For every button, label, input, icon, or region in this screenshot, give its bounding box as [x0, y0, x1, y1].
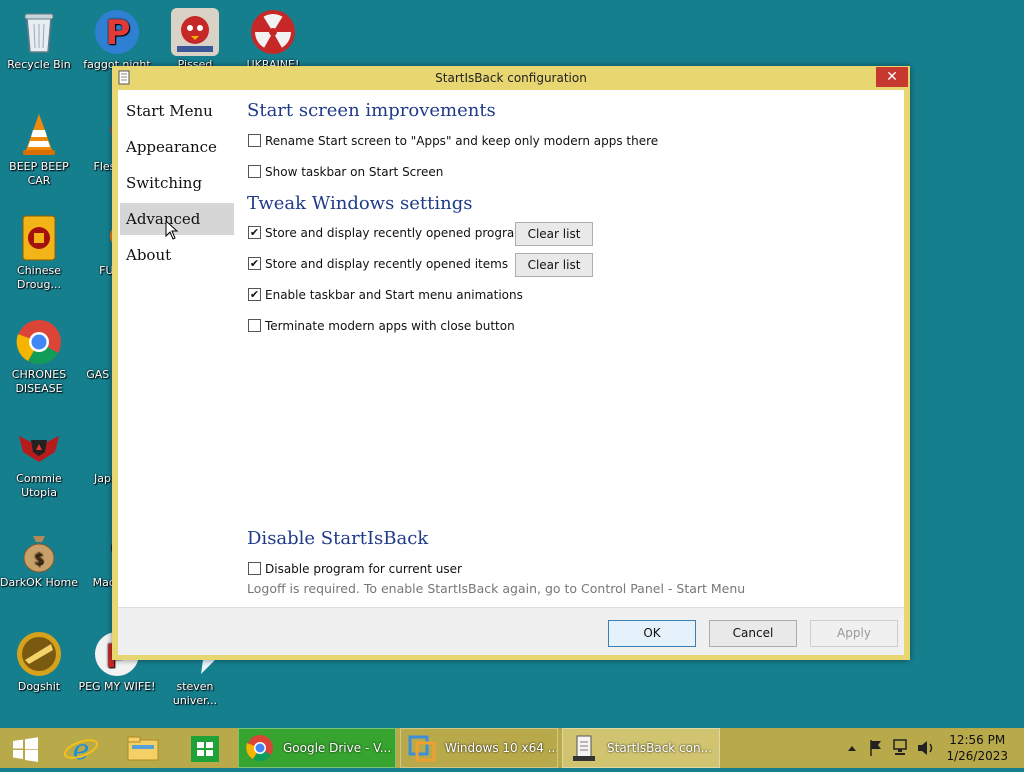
startisback-config-window[interactable]: StartIsBack configuration ✕ Start Menu A…	[112, 66, 910, 660]
radiation-icon	[249, 8, 297, 56]
show-hidden-icons-button[interactable]	[845, 728, 859, 768]
taskbar-app-label: Google Drive - V...	[283, 741, 392, 755]
internet-explorer-icon: e	[63, 733, 99, 766]
option-label: Rename Start screen to "Apps" and keep o…	[265, 134, 659, 148]
close-icon: ✕	[886, 69, 898, 85]
desktop-icon-label: CHRONES DISEASE	[11, 368, 67, 395]
network-icon	[893, 739, 907, 755]
desktop-icon-label: Dogshit	[17, 680, 61, 693]
option-label: Store and display recently opened items	[265, 257, 509, 271]
checkbox-checked[interactable]: ✔	[248, 288, 261, 301]
dialog-footer: OK Cancel Apply	[118, 607, 904, 655]
vlc-cone-icon	[15, 110, 63, 158]
chrome-icon	[245, 734, 275, 762]
option-label: Enable taskbar and Start menu animations	[265, 288, 523, 302]
checkbox-checked[interactable]: ✔	[248, 257, 261, 270]
chrome-icon	[15, 318, 63, 366]
vmware-icon	[407, 734, 437, 762]
desktop-icon-chinese-drougs[interactable]: Chinese Droug...	[0, 214, 78, 292]
taskbar-app-label: StartIsBack con...	[607, 741, 713, 755]
volume-tray-icon[interactable]	[915, 728, 937, 768]
taskbar-app-startisback[interactable]: StartIsBack con...	[562, 728, 720, 768]
desktop-icon-ukraine[interactable]: UKRAINE!	[234, 8, 312, 72]
desktop-icon-faggot-night[interactable]: P faggot night	[78, 8, 156, 72]
desktop-icon-label: PEG MY WIFE!	[78, 680, 156, 693]
checkbox[interactable]	[248, 562, 261, 575]
desktop-icon-recycle-bin[interactable]: Recycle Bin	[0, 8, 78, 72]
desktop-icon-commie-utopia[interactable]: Commie Utopia	[0, 422, 78, 500]
desktop-icon-pissed[interactable]: Pissed	[156, 8, 234, 72]
desktop-icon-label: Chinese Droug...	[17, 264, 61, 291]
desktop-icon-label: steven univer...	[172, 680, 218, 707]
recycle-bin-icon	[15, 8, 63, 56]
money-bag-icon: $	[15, 526, 63, 574]
apply-button[interactable]: Apply	[810, 620, 898, 647]
store-taskbar-button[interactable]	[182, 728, 228, 768]
ok-button[interactable]: OK	[608, 620, 696, 647]
svg-text:P: P	[106, 13, 131, 53]
speaker-icon	[918, 741, 933, 755]
clock-date: 1/26/2023	[946, 749, 1008, 763]
chinese-lantern-icon	[15, 214, 63, 262]
svg-text:e: e	[73, 733, 90, 766]
desktop-icon-label: DarkOK Home	[0, 576, 78, 589]
checkbox[interactable]	[248, 165, 261, 178]
close-button[interactable]: ✕	[876, 67, 908, 87]
checkbox-checked[interactable]: ✔	[248, 226, 261, 239]
network-tray-icon[interactable]	[891, 728, 911, 768]
desktop-icon-darkok-home[interactable]: $ DarkOK Home	[0, 526, 78, 590]
clear-recent-programs-button[interactable]: Clear list	[515, 222, 593, 246]
nav-switching[interactable]: Switching	[120, 167, 234, 199]
window-title: StartIsBack configuration	[435, 71, 587, 85]
title-bar[interactable]: StartIsBack configuration ✕	[112, 66, 910, 90]
checkbox[interactable]	[248, 134, 261, 147]
store-icon	[191, 736, 219, 762]
desktop-icon-chrones-disease[interactable]: CHRONES DISEASE	[0, 318, 78, 396]
clear-recent-items-button[interactable]: Clear list	[515, 253, 593, 277]
p-app-icon: P	[93, 8, 141, 56]
option-label: Show taskbar on Start Screen	[265, 165, 444, 179]
desktop-icon-label: Commie Utopia	[16, 472, 62, 499]
option-label: Disable program for current user	[265, 562, 462, 576]
angry-bird-seasons-icon	[171, 8, 219, 56]
startisback-icon	[569, 734, 599, 762]
nav-start-menu[interactable]: Start Menu	[120, 95, 234, 127]
desktop-icon-label: Recycle Bin	[7, 58, 71, 71]
action-center-tray-icon[interactable]	[866, 728, 886, 768]
desktop-icon-dogshit[interactable]: Dogshit	[0, 630, 78, 694]
svg-text:$: $	[34, 549, 44, 568]
option-label: Store and display recently opened progra…	[265, 226, 533, 240]
section-title-tweak: Tweak Windows settings	[247, 193, 473, 214]
file-explorer-taskbar-button[interactable]	[120, 728, 166, 768]
start-button[interactable]	[0, 728, 50, 768]
taskbar-app-label: Windows 10 x64 ...	[445, 741, 558, 755]
cancel-button[interactable]: Cancel	[709, 620, 797, 647]
chevron-up-icon	[848, 746, 856, 751]
logoff-note: Logoff is required. To enable StartIsBac…	[247, 581, 746, 596]
desktop-icon-label: BEEP BEEP CAR	[9, 160, 69, 187]
taskbar-app-vmware[interactable]: Windows 10 x64 ...	[400, 728, 558, 768]
clock-time: 12:56 PM	[949, 733, 1006, 747]
desktop-icon-beep-beep-car[interactable]: BEEP BEEP CAR	[0, 110, 78, 188]
section-title-disable: Disable StartIsBack	[247, 528, 429, 549]
dialog-content: Start Menu Appearance Switching Advanced…	[118, 90, 904, 607]
taskbar-app-google-drive[interactable]: Google Drive - V...	[238, 728, 396, 768]
folder-icon	[127, 736, 159, 761]
option-label: Terminate modern apps with close button	[265, 319, 515, 333]
clock[interactable]: 12:56 PM 1/26/2023	[946, 732, 1008, 764]
internet-explorer-taskbar-button[interactable]: e	[58, 728, 104, 768]
dog-icon	[15, 630, 63, 678]
section-title-start-screen: Start screen improvements	[247, 100, 496, 121]
checkbox[interactable]	[248, 319, 261, 332]
flag-icon	[870, 740, 881, 756]
mouse-cursor-icon	[165, 219, 179, 240]
nav-appearance[interactable]: Appearance	[120, 131, 234, 163]
taskbar: e Google Drive - V... Windows 10 x64 ...…	[0, 728, 1024, 768]
crest-icon	[15, 422, 63, 470]
nav-about[interactable]: About	[120, 239, 234, 271]
windows-logo-icon	[13, 737, 38, 762]
